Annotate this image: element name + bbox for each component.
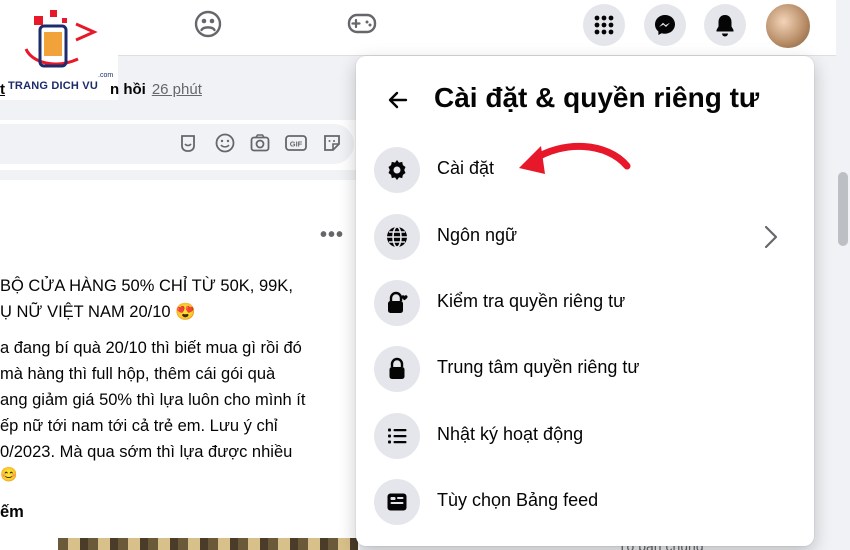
site-logo: .com TRANG DICH VU xyxy=(0,0,118,100)
menu-item-label: Tùy chọn Bảng feed xyxy=(437,490,599,510)
messenger-button[interactable] xyxy=(644,4,686,46)
post-text-line: BỘ CỬA HÀNG 50% CHỈ TỪ 50K, 99K, xyxy=(0,277,293,295)
post-text-line: mà hàng thì full hộp, thêm cái gói quà xyxy=(0,365,276,383)
panel-title: Cài đặt & quyền riêng tư xyxy=(434,82,760,113)
menu-item-label: Trung tâm quyền riêng tư xyxy=(437,357,640,377)
post-meta-line: n hồi 26 phút xyxy=(110,81,202,98)
gif-icon[interactable]: GIF xyxy=(284,131,308,155)
post-text-line: Ụ NỮ VIỆT NAM 20/10 😍 xyxy=(0,303,196,321)
scrollbar-thumb[interactable] xyxy=(838,172,848,246)
logo-domain: .com xyxy=(98,72,114,79)
menu-item-privacy-checkup[interactable]: Kiểm tra quyền riêng tư xyxy=(370,274,800,332)
menu-grid-icon xyxy=(594,15,614,35)
gear-icon xyxy=(374,147,420,193)
bell-icon xyxy=(716,15,734,37)
back-arrow-icon xyxy=(388,91,408,109)
feed-icon xyxy=(374,479,420,525)
menu-item-label: Kiểm tra quyền riêng tư xyxy=(437,291,626,311)
menu-item-feed-preferences[interactable]: Tùy chọn Bảng feed xyxy=(370,473,800,531)
post-photo-strip[interactable] xyxy=(58,538,358,550)
menu-item-label: Nhật ký hoạt động xyxy=(437,424,584,444)
annotation-arrow-icon xyxy=(519,142,631,174)
menu-item-activity-log[interactable]: Nhật ký hoạt động xyxy=(370,407,800,465)
chevron-right-icon xyxy=(764,225,778,249)
menu-grid-button[interactable] xyxy=(583,4,625,46)
top-navigation-bar xyxy=(0,0,850,56)
post-text-line: ếp nữ tới nam tới cả trẻ em. Lưu ý chỉ xyxy=(0,417,278,435)
gaming-icon[interactable] xyxy=(342,8,382,40)
settings-privacy-panel: Cài đặt & quyền riêng tư Cài đặt Ngôn ng… xyxy=(356,56,814,546)
post-more-button[interactable]: ••• xyxy=(320,224,344,247)
groups-icon[interactable] xyxy=(188,8,228,40)
menu-item-label: Ngôn ngữ xyxy=(437,225,518,245)
avatar-sticker-icon[interactable] xyxy=(176,131,200,155)
post-text-line: a đang bí quà 20/10 thì biết mua gì rồi … xyxy=(0,339,302,357)
panel-header: Cài đặt & quyền riêng tư xyxy=(356,80,814,120)
profile-avatar[interactable] xyxy=(764,2,812,50)
menu-item-label: Cài đặt xyxy=(437,158,495,178)
messenger-icon xyxy=(655,15,675,35)
page-scrollbar[interactable] xyxy=(836,0,850,550)
list-icon xyxy=(374,413,420,459)
post-text-line: 😊 xyxy=(0,466,18,482)
meta-tail[interactable]: n hồi xyxy=(110,81,146,98)
post-text-line: 0/2023. Mà qua sớm thì lựa được nhiều xyxy=(0,443,293,461)
notifications-button[interactable] xyxy=(704,4,746,46)
meta-prefix: t xyxy=(0,81,5,98)
sticker-icon[interactable] xyxy=(320,131,344,155)
svg-text:GIF: GIF xyxy=(290,140,303,149)
globe-icon xyxy=(374,214,420,260)
post-text-line: ang giảm giá 50% thì lựa luôn cho mình í… xyxy=(0,391,306,409)
logo-phone-icon xyxy=(24,10,98,68)
menu-item-privacy-center[interactable]: Trung tâm quyền riêng tư xyxy=(370,340,800,398)
menu-item-language[interactable]: Ngôn ngữ xyxy=(370,208,800,266)
lock-heart-icon xyxy=(374,280,420,326)
logo-text: TRANG DICH VU xyxy=(8,80,98,92)
post-time[interactable]: 26 phút xyxy=(152,81,202,98)
emoji-icon[interactable] xyxy=(213,131,237,155)
feed-divider xyxy=(0,170,360,180)
camera-icon[interactable] xyxy=(248,131,272,155)
lock-icon xyxy=(374,346,420,392)
see-more-link[interactable]: ếm xyxy=(0,503,24,522)
back-button[interactable] xyxy=(382,84,414,116)
